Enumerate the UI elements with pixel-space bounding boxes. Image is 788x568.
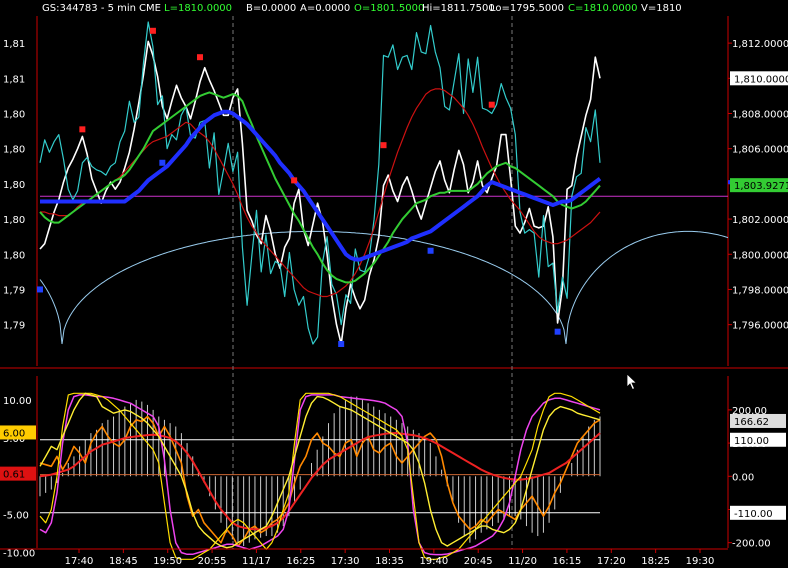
price-tick-label: 1,812.0000	[732, 39, 788, 50]
ask-label: A=0.0000	[300, 3, 351, 14]
price-left-tick-label: 1,80	[3, 250, 25, 261]
time-tick-label: 17:30	[331, 556, 360, 567]
time-tick-label: 17:20	[597, 556, 626, 567]
price-left-tick-label: 1,80	[3, 180, 25, 191]
last-price-label: L=1810.0000	[164, 3, 233, 14]
time-tick-label: 20:55	[198, 556, 227, 567]
price-left-tick-label: 1,81	[3, 39, 25, 50]
price-left-tick-label: 1,81	[3, 74, 25, 85]
red-signal-marker	[149, 27, 156, 34]
bid-label: B=0.0000	[246, 3, 297, 14]
osc-tag-text: 110.00	[734, 436, 769, 447]
time-tick-label: 16:15	[553, 556, 582, 567]
time-tick-label: 18:25	[641, 556, 670, 567]
time-tick-label: 11/20	[508, 556, 537, 567]
blue-signal-marker	[159, 159, 166, 166]
price-tick-label: 1,798.0000	[732, 285, 788, 296]
price-left-tick-label: 1,79	[3, 285, 25, 296]
time-tick-label: 19:50	[153, 556, 182, 567]
osc-left-tick-label: -10.00	[3, 549, 35, 560]
price-tick-label: 1,806.0000	[732, 145, 788, 156]
mouse-pointer-icon	[626, 373, 638, 391]
low-label: Lo=1795.5000	[490, 3, 564, 14]
blue-signal-marker	[427, 247, 434, 254]
red-signal-marker	[197, 54, 203, 61]
osc-left-tag-text: 0.61	[3, 470, 25, 481]
red-signal-marker	[488, 101, 495, 108]
price-tick-label: 1,796.0000	[732, 321, 788, 332]
osc-tag-text: 166.62	[734, 417, 769, 428]
osc-tick-label: 0.00	[732, 472, 754, 483]
blue-signal-marker	[554, 328, 561, 335]
open-label: O=1801.5000	[354, 3, 425, 14]
time-tick-label: 19:40	[419, 556, 448, 567]
osc-tick-label: -200.00	[732, 539, 771, 550]
time-tick-label: 16:25	[286, 556, 315, 567]
red-signal-marker	[79, 126, 86, 133]
red-signal-marker	[380, 142, 387, 149]
osc-left-tick-label: -5.00	[3, 510, 29, 521]
time-tick-label: 18:35	[375, 556, 404, 567]
price-tick-label: 1,800.0000	[732, 250, 788, 261]
price-tick-label: 1,808.0000	[732, 109, 788, 120]
exchange-label: CME	[139, 3, 161, 14]
chart-canvas: 1,812.0000 1,81 1,810.0000 1,81 1,808.0000 1,…	[0, 0, 788, 568]
blue-signal-marker	[338, 341, 345, 347]
symbol-label: GS:344783 - 5 min	[42, 3, 137, 14]
time-tick-label: 20:45	[464, 556, 493, 567]
osc-left-tag-text: 6.00	[3, 428, 25, 439]
price-left-tick-label: 1,79	[3, 321, 25, 332]
price-left-tick-label: 1,80	[3, 215, 25, 226]
background	[0, 0, 788, 568]
time-tick-label: 11/17	[242, 556, 271, 567]
time-tick-label: 19:30	[686, 556, 715, 567]
price-tag-text: 1,803.9271	[734, 181, 788, 192]
price-tag-text: 1,810.0000	[734, 74, 788, 85]
close-label: C=1810.0000	[568, 3, 638, 14]
red-signal-marker	[291, 177, 298, 184]
time-tick-label: 17:40	[65, 556, 94, 567]
osc-left-tick-label: 10.00	[3, 396, 32, 407]
price-tick-label: 1,802.0000	[732, 215, 788, 226]
price-left-tick-label: 1,80	[3, 145, 25, 156]
osc-tag-text: -110.00	[734, 509, 773, 520]
high-label: Hi=1811.7500	[422, 3, 495, 14]
time-tick-label: 18:45	[109, 556, 138, 567]
price-left-tick-label: 1,80	[3, 109, 25, 120]
blue-signal-marker	[37, 286, 43, 293]
volume-label: V=1810	[641, 3, 682, 14]
